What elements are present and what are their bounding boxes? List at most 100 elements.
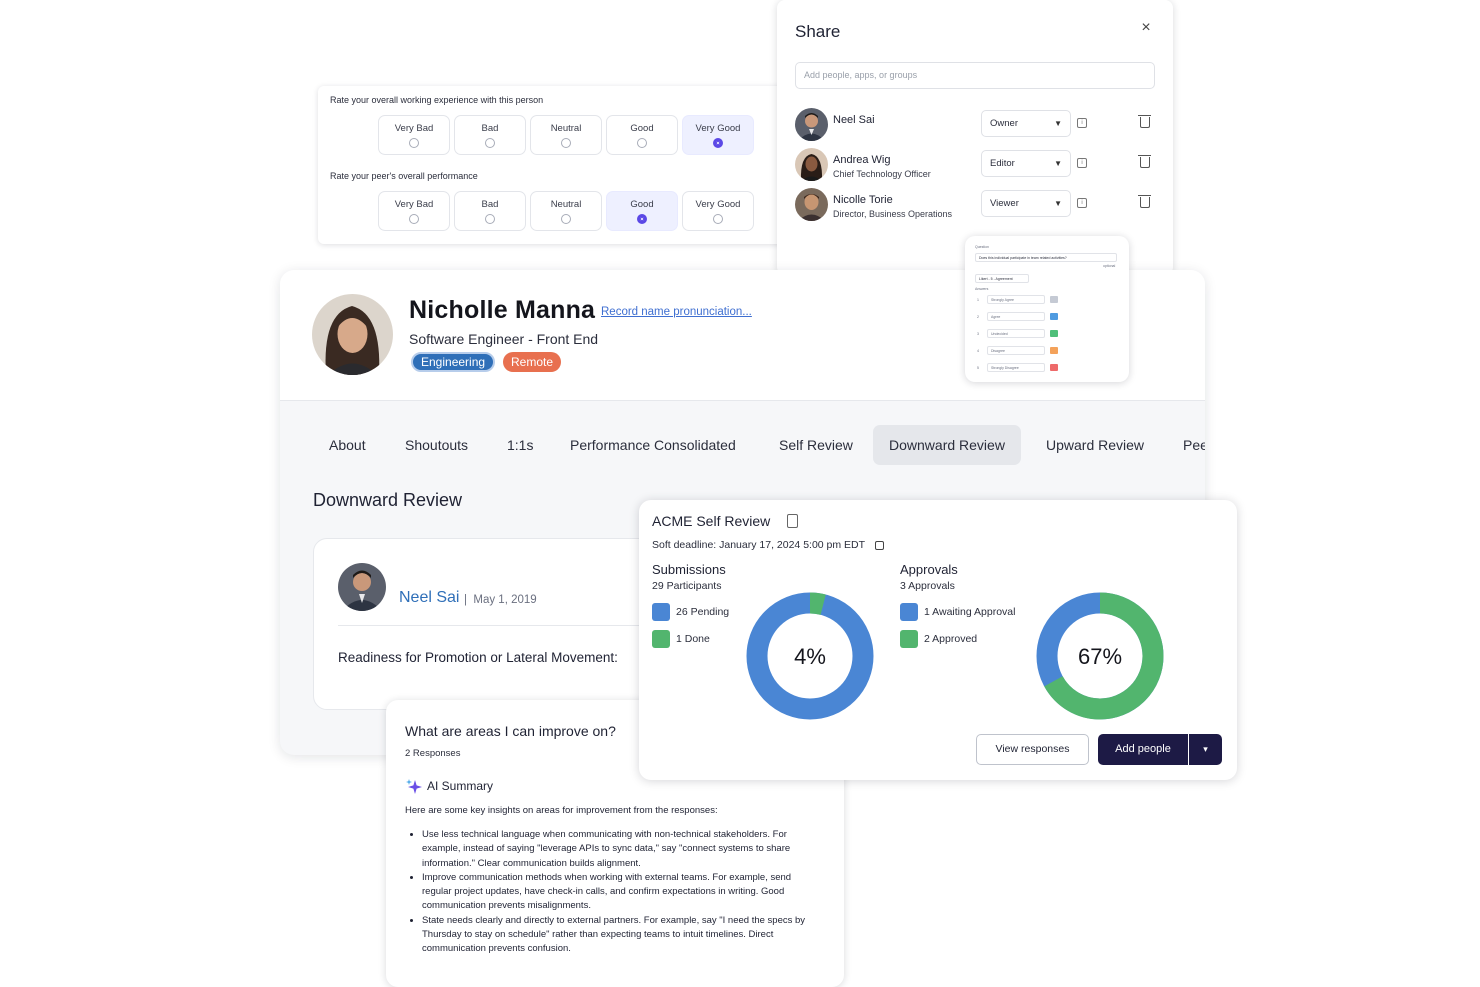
info-icon[interactable]: i	[1077, 118, 1087, 128]
tab-self-review[interactable]: Self Review	[779, 425, 853, 465]
avatar	[338, 563, 386, 611]
review-question: Readiness for Promotion or Lateral Movem…	[338, 650, 618, 665]
section-title: Downward Review	[313, 490, 463, 510]
preview-answer: Strongly Disagree	[987, 363, 1045, 372]
rating-option[interactable]: Bad	[454, 115, 526, 155]
info-icon[interactable]: i	[1077, 158, 1087, 168]
tag-remote: Remote	[503, 352, 562, 372]
avatar	[795, 188, 828, 221]
legend-swatch	[652, 630, 670, 648]
rating-option[interactable]: Very Bad	[378, 115, 450, 155]
review-date: | May 1, 2019	[464, 594, 537, 606]
share-search-input[interactable]: Add people, apps, or groups	[795, 62, 1155, 89]
rating-option-selected[interactable]: Very Good	[682, 115, 754, 155]
radio-button[interactable]	[409, 213, 419, 224]
preview-answer: Agree	[987, 312, 1045, 321]
rating-option[interactable]: Bad	[454, 191, 526, 231]
share-dialog: Share × Add people, apps, or groups Neel…	[777, 0, 1173, 275]
document-icon[interactable]	[787, 514, 798, 528]
rating-options-1: Very Bad Bad Neutral Good Very Good	[378, 115, 754, 155]
trash-icon[interactable]	[1138, 195, 1151, 208]
calendar-icon[interactable]	[875, 541, 884, 550]
profile-tabs: About Shoutouts 1:1s Performance Consoli…	[280, 425, 1205, 465]
tab-about[interactable]: About	[329, 425, 366, 465]
tab-shoutouts[interactable]: Shoutouts	[405, 425, 468, 465]
share-person-row: Andrea Wig Chief Technology Officer Edit…	[795, 148, 1155, 182]
radio-button-selected[interactable]	[637, 213, 647, 224]
summary-intro: Here are some key insights on areas for …	[405, 805, 718, 816]
donut-percent-label: 4%	[794, 644, 826, 669]
profile-name: Nicholle Manna	[409, 296, 596, 324]
preview-color-swatch	[1050, 313, 1058, 320]
tab-one-on-ones[interactable]: 1:1s	[507, 425, 533, 465]
submissions-title: Submissions	[652, 562, 726, 577]
rating-option[interactable]: Neutral	[530, 115, 602, 155]
legend-pending: 26 Pending	[652, 603, 729, 621]
donut-percent-label: 67%	[1078, 644, 1122, 669]
radio-button[interactable]	[561, 137, 571, 148]
preview-scale-select: Likert - 5 - Agreement	[975, 274, 1029, 283]
permission-select[interactable]: Owner ▼	[981, 110, 1071, 137]
radio-button-selected[interactable]	[713, 137, 723, 148]
radio-button[interactable]	[637, 137, 647, 148]
profile-job-title: Software Engineer - Front End	[409, 331, 599, 347]
radio-button[interactable]	[485, 137, 495, 148]
rating-option[interactable]: Neutral	[530, 191, 602, 231]
list-item: State needs clearly and directly to exte…	[422, 914, 822, 957]
avatar	[312, 294, 393, 375]
caret-down-icon: ▼	[1054, 119, 1062, 128]
radio-button[interactable]	[561, 213, 571, 224]
approvals-subtitle: 3 Approvals	[900, 580, 955, 592]
legend-awaiting: 1 Awaiting Approval	[900, 603, 1015, 621]
approvals-donut-chart: 67%	[1036, 592, 1164, 720]
tab-upward-review[interactable]: Upward Review	[1046, 425, 1144, 465]
person-name: Andrea Wig	[833, 154, 891, 166]
radio-button[interactable]	[485, 213, 495, 224]
preview-answer: Undecided	[987, 329, 1045, 338]
radio-button[interactable]	[713, 213, 723, 224]
rating-question-1: Rate your overall working experience wit…	[330, 95, 544, 105]
rating-option[interactable]: Good	[606, 115, 678, 155]
soft-deadline: Soft deadline: January 17, 2024 5:00 pm …	[652, 539, 866, 551]
tab-peer-review[interactable]: Pee	[1183, 425, 1205, 465]
permission-select[interactable]: Viewer ▼	[981, 190, 1071, 217]
preview-color-swatch	[1050, 330, 1058, 337]
radio-button[interactable]	[409, 137, 419, 148]
rating-option-selected[interactable]: Good	[606, 191, 678, 231]
tab-downward-review[interactable]: Downward Review	[873, 425, 1021, 465]
add-people-button[interactable]: Add people	[1098, 734, 1188, 765]
preview-color-swatch	[1050, 347, 1058, 354]
caret-down-icon: ▼	[1054, 199, 1062, 208]
legend-done: 1 Done	[652, 630, 710, 648]
list-item: Use less technical language when communi…	[422, 828, 822, 871]
rating-option[interactable]: Very Good	[682, 191, 754, 231]
tag-engineering: Engineering	[411, 352, 496, 372]
legend-approved: 2 Approved	[900, 630, 977, 648]
add-people-dropdown-button[interactable]: ▾	[1189, 734, 1222, 765]
preview-question-label: Question	[975, 245, 990, 249]
record-pronunciation-link[interactable]: Record name pronunciation...	[601, 306, 752, 318]
approvals-title: Approvals	[900, 562, 958, 577]
rating-question-2: Rate your peer's overall performance	[330, 171, 478, 181]
legend-swatch	[652, 603, 670, 621]
reviewer-name[interactable]: Neel Sai	[399, 589, 459, 607]
rating-options-2: Very Bad Bad Neutral Good Very Good	[378, 191, 754, 231]
trash-icon[interactable]	[1138, 155, 1151, 168]
rating-card: Rate your overall working experience wit…	[318, 86, 788, 244]
trash-icon[interactable]	[1138, 115, 1151, 128]
ai-summary-label: AI Summary	[427, 779, 494, 793]
view-responses-button[interactable]: View responses	[976, 734, 1089, 765]
person-name: Nicolle Torie	[833, 194, 893, 206]
review-cycle-title: ACME Self Review	[652, 513, 771, 529]
info-icon[interactable]: i	[1077, 198, 1087, 208]
tab-performance-consolidated[interactable]: Performance Consolidated	[570, 425, 736, 465]
close-icon[interactable]: ×	[1138, 20, 1154, 36]
rating-option[interactable]: Very Bad	[378, 191, 450, 231]
legend-swatch	[900, 630, 918, 648]
preview-color-swatch	[1050, 364, 1058, 371]
person-role: Chief Technology Officer	[833, 169, 931, 179]
share-title: Share	[795, 22, 841, 41]
list-item: Improve communication methods when worki…	[422, 871, 822, 914]
permission-select[interactable]: Editor ▼	[981, 150, 1071, 177]
acme-self-review-card: ACME Self Review Soft deadline: January …	[639, 500, 1237, 780]
